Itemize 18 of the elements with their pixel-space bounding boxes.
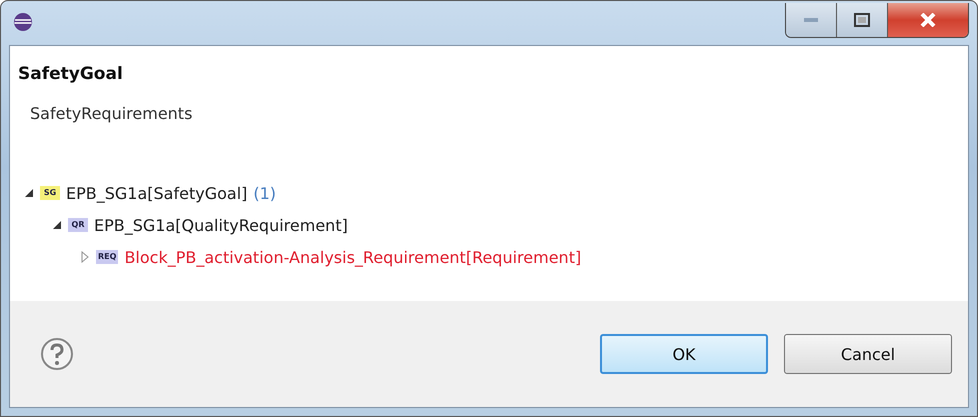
badge-icon: REQ [96, 250, 118, 264]
dialog-title: SafetyGoal [18, 64, 124, 84]
badge-icon: SG [40, 186, 60, 200]
maximize-icon[interactable] [854, 13, 870, 27]
close-icon[interactable] [920, 13, 936, 27]
expanded-arrow-icon[interactable] [24, 188, 34, 198]
cancel-button[interactable]: Cancel [784, 334, 952, 374]
count-label: (1) [253, 184, 276, 202]
ok-button[interactable]: OK [600, 334, 768, 374]
collapsed-arrow-icon[interactable] [80, 251, 90, 263]
help-icon[interactable] [40, 337, 74, 371]
dialog-subtitle: SafetyRequirements [30, 104, 194, 123]
expanded-arrow-icon[interactable] [52, 220, 62, 230]
eclipse-icon [13, 12, 33, 32]
badge-icon: QR [68, 218, 88, 232]
tree-item-label[interactable]: EPB_SG1a[QualityRequirement] [94, 216, 348, 234]
tree-item-label[interactable]: Block_PB_activation-Analysis_Requirement[Requirement] [124, 248, 582, 266]
tree-item-label[interactable]: EPB_SG1a[SafetyGoal] [66, 184, 248, 202]
